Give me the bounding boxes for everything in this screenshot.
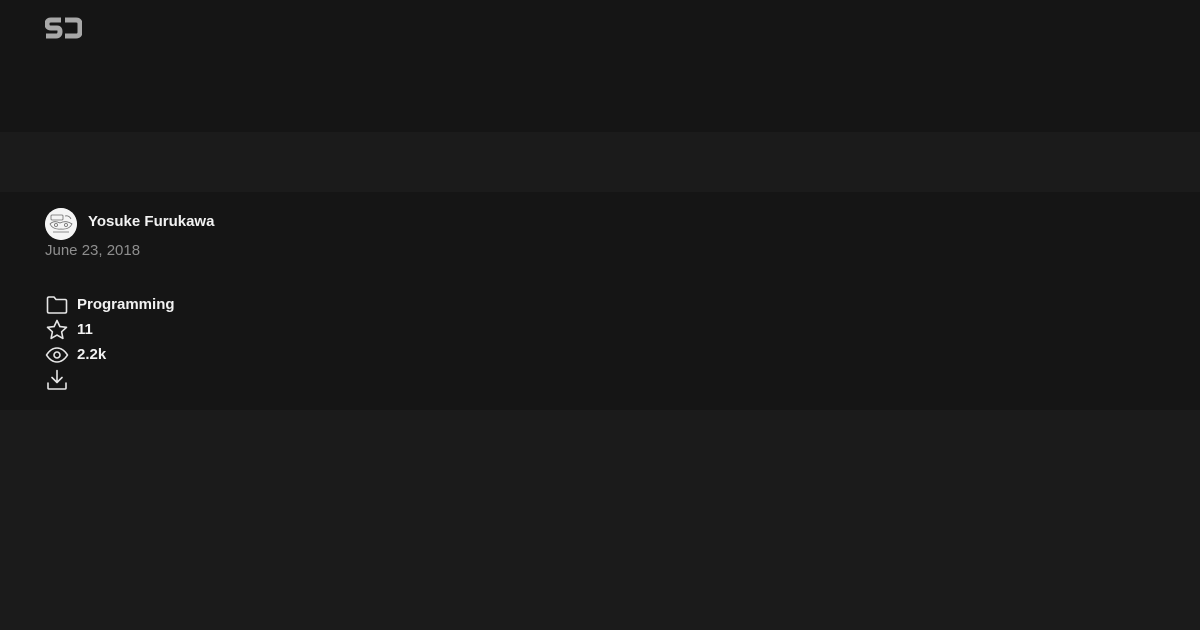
site-logo-icon[interactable] [45, 17, 82, 39]
star-icon [46, 319, 68, 340]
post-date: June 23, 2018 [45, 242, 141, 259]
folder-icon [46, 296, 68, 314]
author-name[interactable]: Yosuke Furukawa [88, 213, 214, 231]
views-row: 2.2k [45, 343, 106, 367]
category-row: Programming [45, 293, 175, 317]
download-button[interactable] [45, 368, 69, 392]
author-avatar[interactable] [45, 208, 77, 240]
post-info-panel: Yosuke Furukawa June 23, 2018 Programmin… [0, 192, 1200, 410]
views-count: 2.2k [77, 346, 107, 363]
download-icon[interactable] [45, 368, 69, 392]
stars-count: 11 [77, 321, 93, 338]
site-header [0, 0, 1200, 132]
slide-area [0, 132, 1200, 192]
eye-icon [45, 347, 69, 363]
category-link[interactable]: Programming [77, 296, 175, 314]
stars-row: 11 [45, 318, 93, 342]
